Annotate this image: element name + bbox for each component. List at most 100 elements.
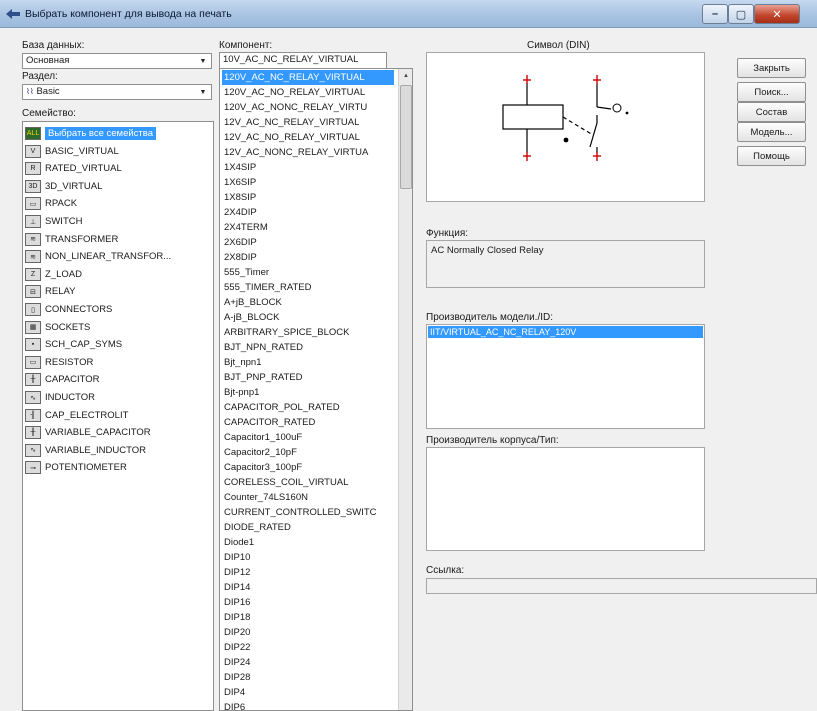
maximize-button[interactable]: ▢	[728, 4, 754, 24]
function-value: AC Normally Closed Relay	[431, 245, 544, 256]
family-item[interactable]: R RATED_VIRTUAL	[25, 160, 207, 177]
component-item[interactable]: Capacitor1_100uF	[222, 430, 394, 445]
component-item[interactable]: DIP20	[222, 625, 394, 640]
minimize-button[interactable]: –	[702, 4, 728, 24]
scroll-thumb[interactable]	[400, 85, 412, 189]
chevron-down-icon[interactable]: ▼	[196, 55, 210, 67]
all-families-icon: ALL	[25, 127, 41, 140]
component-item[interactable]: 12V_AC_NONC_RELAY_VIRTUA	[222, 145, 394, 160]
family-item[interactable]: ▯ CONNECTORS	[25, 301, 207, 318]
family-item[interactable]: V BASIC_VIRTUAL	[25, 143, 207, 160]
family-item[interactable]: ⊥ SWITCH	[25, 213, 207, 230]
component-item[interactable]: 555_Timer	[222, 265, 394, 280]
component-input[interactable]: 10V_AC_NC_RELAY_VIRTUAL	[219, 52, 387, 69]
family-item-label: RATED_VIRTUAL	[45, 163, 122, 175]
footprint-manufacturer-list[interactable]	[426, 447, 705, 551]
component-list[interactable]: ▲ 120V_AC_NC_RELAY_VIRTUAL 120V_AC_NO_REL…	[219, 68, 413, 711]
component-item[interactable]: DIP12	[222, 565, 394, 580]
family-item[interactable]: ▦ SOCKETS	[25, 319, 207, 336]
family-item[interactable]: ⊟ RELAY	[25, 283, 207, 300]
family-item[interactable]: ▭ RESISTOR	[25, 354, 207, 371]
component-item[interactable]: CURRENT_CONTROLLED_SWITC	[222, 505, 394, 520]
component-item[interactable]: BJT_NPN_RATED	[222, 340, 394, 355]
family-item[interactable]: ⊸ POTENTIOMETER	[25, 459, 207, 476]
component-item[interactable]: Bjt_npn1	[222, 355, 394, 370]
component-item[interactable]: 555_TIMER_RATED	[222, 280, 394, 295]
component-item[interactable]: ARBITRARY_SPICE_BLOCK	[222, 325, 394, 340]
family-item[interactable]: ╫ CAPACITOR	[25, 371, 207, 388]
component-item[interactable]: CAPACITOR_RATED	[222, 415, 394, 430]
model-button[interactable]: Модель...	[737, 122, 806, 142]
component-item[interactable]: DIP4	[222, 685, 394, 700]
connectors-icon: ▯	[25, 303, 41, 316]
component-item[interactable]: 2X8DIP	[222, 250, 394, 265]
switch-icon: ⊥	[25, 215, 41, 228]
component-item[interactable]: Capacitor3_100pF	[222, 460, 394, 475]
scroll-up-icon[interactable]: ▲	[399, 69, 412, 83]
close-icon: ✕	[772, 8, 782, 21]
component-item[interactable]: DIP14	[222, 580, 394, 595]
component-item[interactable]: Capacitor2_10pF	[222, 445, 394, 460]
component-item[interactable]: 120V_AC_NONC_RELAY_VIRTU	[222, 100, 394, 115]
family-item-label: TRANSFORMER	[45, 233, 119, 245]
component-item[interactable]: 2X4TERM	[222, 220, 394, 235]
component-item[interactable]: DIP6	[222, 700, 394, 710]
component-item[interactable]: 2X6DIP	[222, 235, 394, 250]
model-manufacturer-item[interactable]: IIT/VIRTUAL_AC_NC_RELAY_120V	[428, 326, 703, 338]
title-bar[interactable]: Выбрать компонент для вывода на печать –…	[0, 0, 817, 28]
family-item-label: Z_LOAD	[45, 268, 82, 280]
component-item[interactable]: DIP22	[222, 640, 394, 655]
component-item[interactable]: 120V_AC_NC_RELAY_VIRTUAL	[222, 70, 394, 85]
component-item[interactable]: CORELESS_COIL_VIRTUAL	[222, 475, 394, 490]
component-item[interactable]: DIP16	[222, 595, 394, 610]
chevron-down-icon[interactable]: ▼	[196, 86, 210, 98]
family-item[interactable]: ≋ TRANSFORMER	[25, 231, 207, 248]
component-item[interactable]: DIP24	[222, 655, 394, 670]
family-list[interactable]: ALL Выбрать все семейства V BASIC_VIRTUAL R R…	[22, 121, 214, 711]
link-field[interactable]	[426, 578, 817, 594]
component-scrollbar[interactable]: ▲	[398, 69, 412, 710]
group-label: Раздел:	[22, 71, 58, 82]
family-item[interactable]: Z Z_LOAD	[25, 266, 207, 283]
component-item[interactable]: Counter_74LS160N	[222, 490, 394, 505]
family-item[interactable]: ∿ VARIABLE_INDUCTOR	[25, 442, 207, 459]
detail-report-button[interactable]: Состав	[737, 102, 806, 122]
component-item[interactable]: BJT_PNP_RATED	[222, 370, 394, 385]
family-item[interactable]: ∿ INDUCTOR	[25, 389, 207, 406]
family-item[interactable]: ╫ VARIABLE_CAPACITOR	[25, 424, 207, 441]
component-item[interactable]: Bjt-pnp1	[222, 385, 394, 400]
component-item[interactable]: Diode1	[222, 535, 394, 550]
family-item[interactable]: 3D 3D_VIRTUAL	[25, 178, 207, 195]
component-item[interactable]: 12V_AC_NC_RELAY_VIRTUAL	[222, 115, 394, 130]
3d-virtual-icon: 3D	[25, 179, 41, 193]
component-item[interactable]: 1X4SIP	[222, 160, 394, 175]
relay-symbol-icon	[502, 75, 629, 161]
component-item[interactable]: 2X4DIP	[222, 205, 394, 220]
component-item[interactable]: A+jB_BLOCK	[222, 295, 394, 310]
component-item[interactable]: A-jB_BLOCK	[222, 310, 394, 325]
family-item[interactable]: ALL Выбрать все семейства	[25, 125, 207, 142]
database-select[interactable]: Основная ▼	[22, 53, 212, 69]
family-item[interactable]: ▭ RPACK	[25, 195, 207, 212]
family-item[interactable]: ▪ SCH_CAP_SYMS	[25, 336, 207, 353]
family-item-label: VARIABLE_INDUCTOR	[45, 444, 147, 456]
component-item[interactable]: DIP10	[222, 550, 394, 565]
capacitor-icon: ╫	[25, 373, 41, 387]
close-window-button[interactable]: ✕	[754, 4, 800, 24]
family-item[interactable]: ≋ NON_LINEAR_TRANSFOR...	[25, 248, 207, 265]
component-item[interactable]: DIODE_RATED	[222, 520, 394, 535]
component-item[interactable]: 1X8SIP	[222, 190, 394, 205]
component-item[interactable]: 120V_AC_NO_RELAY_VIRTUAL	[222, 85, 394, 100]
component-item[interactable]: CAPACITOR_POL_RATED	[222, 400, 394, 415]
family-item-label: 3D_VIRTUAL	[45, 180, 103, 192]
model-manufacturer-list[interactable]: IIT/VIRTUAL_AC_NC_RELAY_120V	[426, 324, 705, 429]
help-button[interactable]: Помощь	[737, 146, 806, 166]
close-button[interactable]: Закрыть	[737, 58, 806, 78]
family-item[interactable]: ╢ CAP_ELECTROLIT	[25, 407, 207, 424]
component-item[interactable]: 1X6SIP	[222, 175, 394, 190]
component-item[interactable]: DIP28	[222, 670, 394, 685]
search-button[interactable]: Поиск...	[737, 82, 806, 102]
group-select[interactable]: ⌇⌇ Basic ▼	[22, 84, 212, 100]
component-item[interactable]: DIP18	[222, 610, 394, 625]
component-item[interactable]: 12V_AC_NO_RELAY_VIRTUAL	[222, 130, 394, 145]
